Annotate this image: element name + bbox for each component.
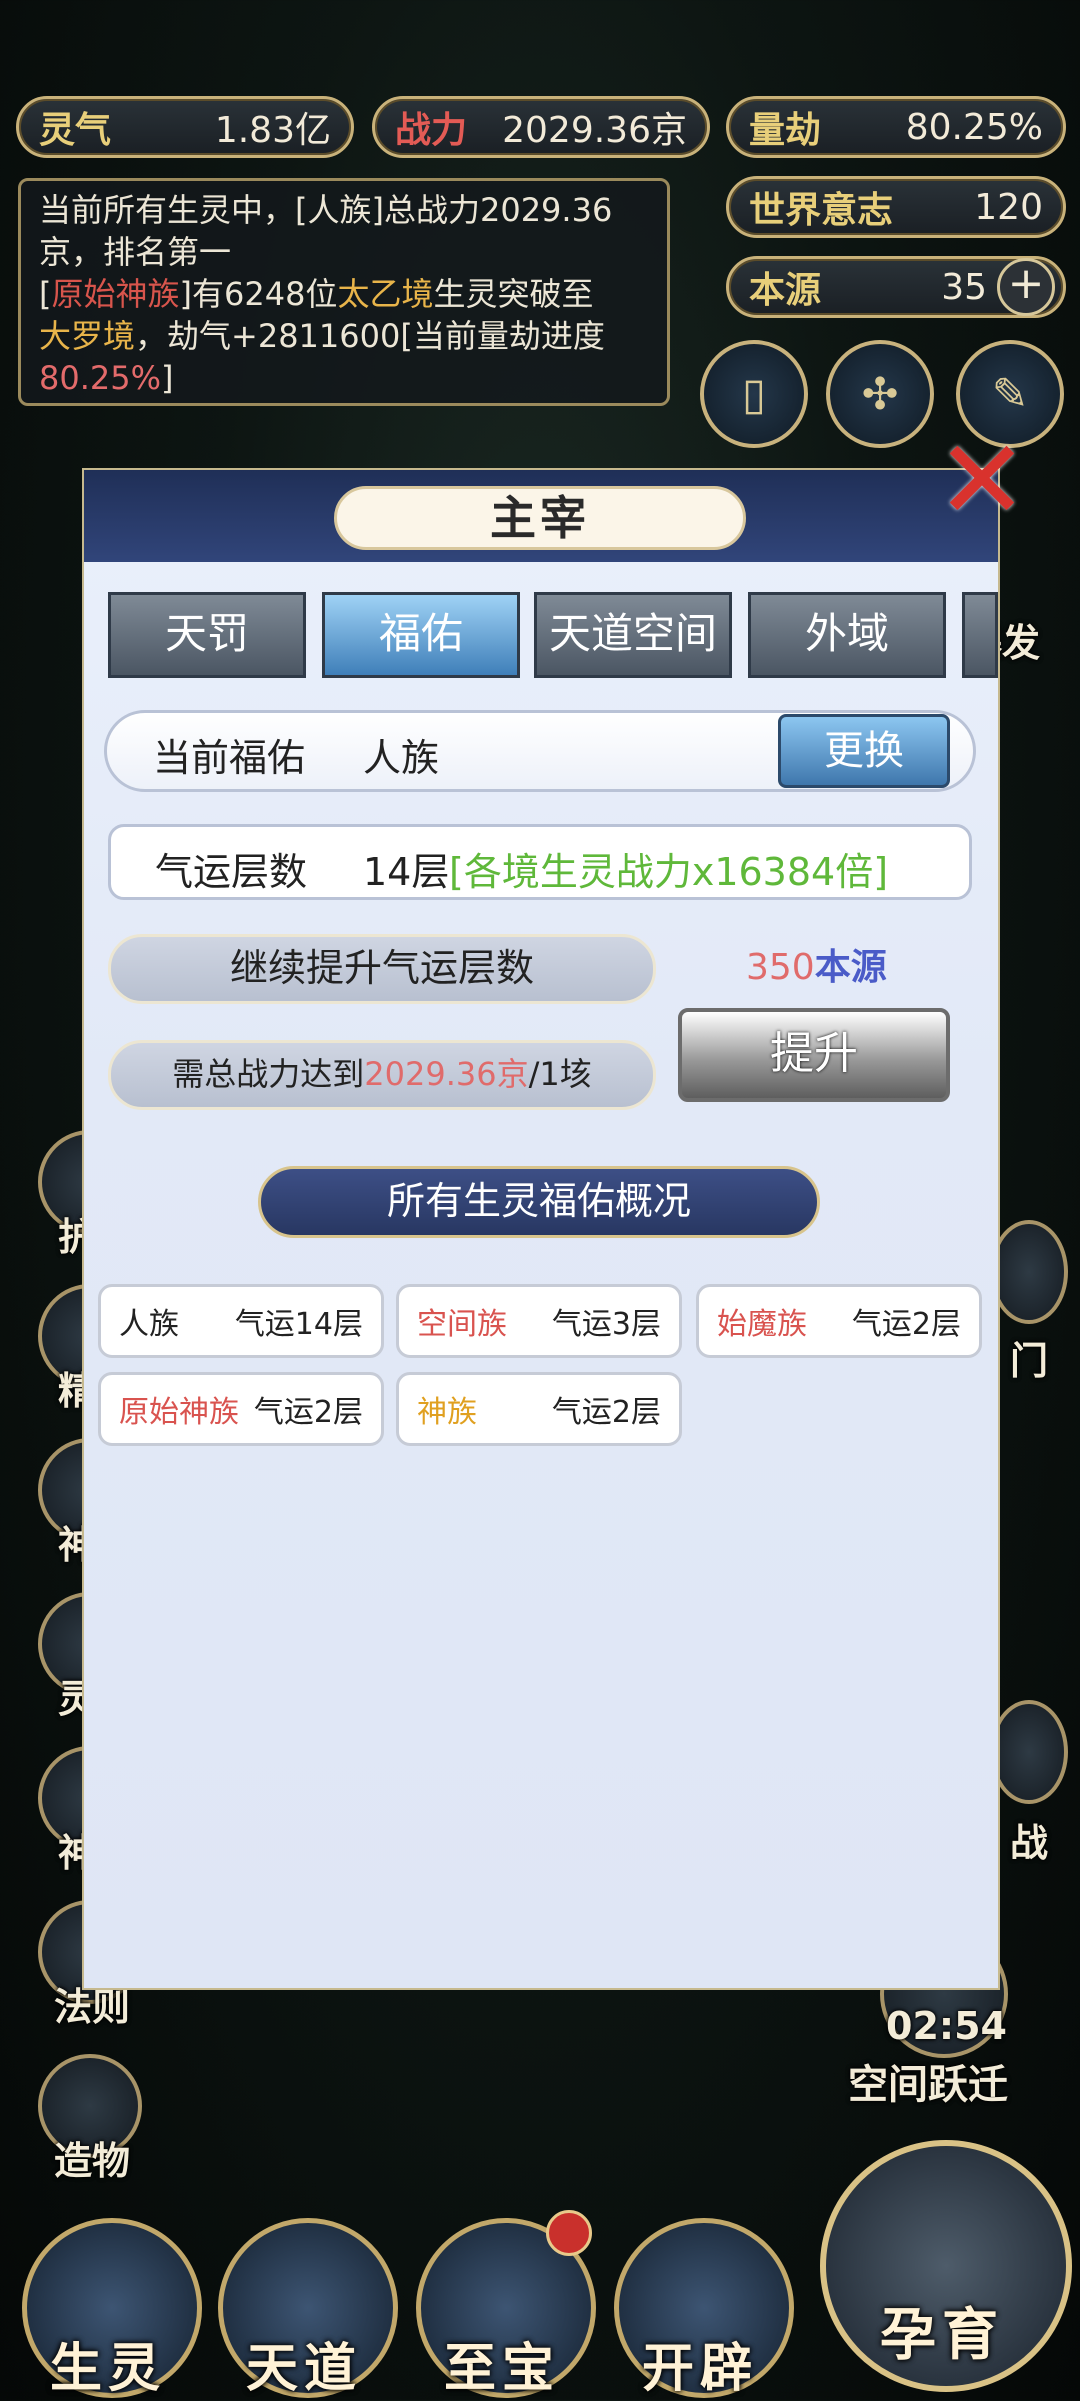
dialog-title: 主宰 — [334, 486, 746, 550]
notice-line-5: 80.25%] — [39, 359, 174, 397]
tab-outer-domain[interactable]: 外域 — [748, 592, 946, 678]
zhanli-value: 2029.36京 — [502, 110, 687, 151]
close-icon[interactable]: ✕ — [932, 425, 1032, 535]
nav-kaipi-label: 开辟 — [641, 2339, 758, 2399]
race-name: 人族 — [119, 1307, 179, 1342]
lingqi-resource: 灵气 1.83亿 — [16, 96, 354, 158]
race-luck: 气运2层 — [851, 1307, 961, 1342]
continue-luck-bar: 继续提升气运层数 — [108, 934, 656, 1004]
nav-zhibao-label: 至宝 — [443, 2339, 560, 2399]
race-luck: 气运14层 — [234, 1307, 363, 1342]
lingqi-label: 灵气 — [39, 110, 112, 151]
space-jump-timer: 02:54 — [886, 2004, 1007, 2048]
luck-layers-row: 气运层数 14层 [各境生灵战力x16384倍] — [108, 824, 972, 900]
shijie-label: 世界意志 — [749, 190, 894, 231]
liangjie-resource: 量劫 80.25% — [726, 96, 1066, 158]
gate-label: 门 — [1010, 1339, 1049, 1383]
cost-unit: 本源 — [814, 947, 887, 988]
race-name: 原始神族 — [119, 1395, 239, 1430]
notice-line-3: [原始神族]有6248位太乙境生灵突破至 — [39, 275, 594, 313]
race-luck: 气运3层 — [551, 1307, 661, 1342]
space-jump-label: 空间跃迁 — [848, 2062, 1008, 2108]
notice-line-4: 大罗境，劫气+2811600[当前量劫进度 — [39, 317, 605, 355]
requirement-suffix: /1垓 — [528, 1055, 592, 1093]
card-icon[interactable]: ▯ — [700, 340, 808, 448]
gate-button[interactable] — [990, 1220, 1068, 1324]
add-benyuan-icon[interactable]: + — [997, 258, 1055, 316]
benyuan-resource: 本源 35 + — [726, 256, 1066, 318]
luck-layers-label: 气运层数 — [155, 850, 308, 894]
notification-dot — [546, 2210, 592, 2256]
current-blessing-label: 当前福佑 — [153, 736, 306, 780]
nav-shengling-label: 生灵 — [49, 2339, 166, 2399]
nav-tiandao-label: 天道 — [245, 2339, 362, 2399]
creation-label: 造物 — [54, 2139, 131, 2183]
tab-more[interactable] — [962, 592, 998, 678]
benyuan-label: 本源 — [749, 270, 822, 311]
shijie-resource: 世界意志 120 — [726, 176, 1066, 238]
requirement-prefix: 需总战力达到 — [172, 1055, 365, 1093]
overview-banner: 所有生灵福佑概况 — [258, 1166, 820, 1238]
vortex-icon[interactable]: ✣ — [826, 340, 934, 448]
benyuan-value: 35 — [941, 266, 987, 308]
notice-line-2: 京，排名第一 — [39, 233, 232, 271]
upgrade-button[interactable]: 提升 — [678, 1008, 950, 1102]
race-name: 始魔族 — [717, 1307, 807, 1342]
race-chip-shimo: 始魔族 气运2层 — [696, 1284, 982, 1358]
race-chip-renzu: 人族 气运14层 — [98, 1284, 384, 1358]
shijie-value: 120 — [974, 186, 1043, 228]
cost-amount: 350 — [746, 947, 815, 988]
requirement-value: 2029.36京 — [364, 1055, 529, 1093]
race-chip-shenzu: 神族 气运2层 — [396, 1372, 682, 1446]
race-chip-kongjian: 空间族 气运3层 — [396, 1284, 682, 1358]
battle-button[interactable] — [990, 1700, 1068, 1804]
battle-label: 战 — [1010, 1821, 1049, 1865]
zhanli-resource: 战力 2029.36京 — [372, 96, 710, 158]
race-luck: 气运2层 — [253, 1395, 363, 1430]
notice-line-1: 当前所有生灵中，[人族]总战力2029.36 — [39, 191, 613, 229]
zhanli-label: 战力 — [395, 110, 468, 151]
current-blessing-value: 人族 — [363, 736, 440, 780]
liangjie-value: 80.25% — [905, 106, 1043, 148]
tab-heaven-space[interactable]: 天道空间 — [534, 592, 732, 678]
race-name: 神族 — [417, 1395, 477, 1430]
luck-layers-value: 14层 — [363, 850, 450, 894]
requirement-bar: 需总战力达到2029.36京/1垓 — [108, 1040, 656, 1110]
notice-log: 当前所有生灵中，[人族]总战力2029.36 京，排名第一 [原始神族]有624… — [18, 178, 670, 406]
change-button[interactable]: 更换 — [778, 714, 950, 788]
race-chip-yuanshi: 原始神族 气运2层 — [98, 1372, 384, 1446]
race-name: 空间族 — [417, 1307, 507, 1342]
luck-bonus: [各境生灵战力x16384倍] — [449, 850, 889, 894]
upgrade-cost: 350本源 — [746, 938, 887, 990]
tab-blessing[interactable]: 福佑 — [322, 592, 520, 678]
liangjie-label: 量劫 — [749, 110, 822, 151]
nav-yunyu-label: 孕育 — [880, 2303, 1004, 2368]
lingqi-value: 1.83亿 — [214, 110, 331, 151]
tab-punishment[interactable]: 天罚 — [108, 592, 306, 678]
race-luck: 气运2层 — [551, 1395, 661, 1430]
